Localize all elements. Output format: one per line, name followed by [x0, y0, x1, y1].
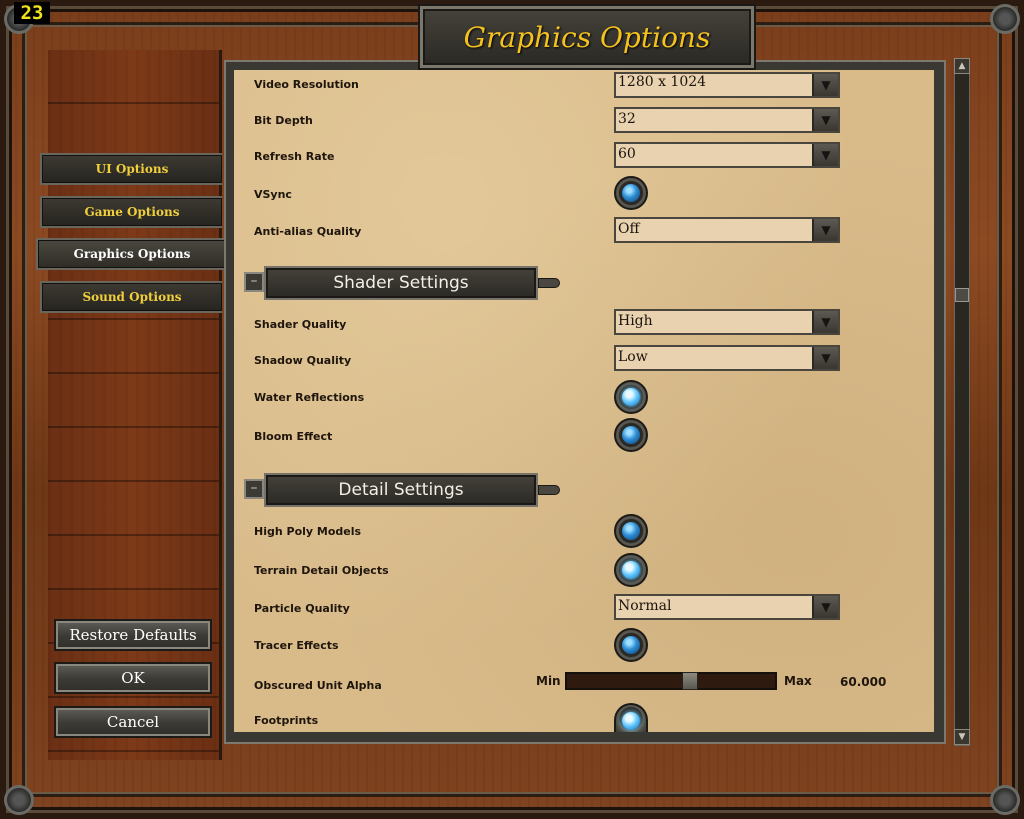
nav-label: UI Options [95, 162, 169, 176]
toggle-gem-icon [622, 561, 640, 579]
vsync-label: VSync [254, 188, 292, 201]
dropdown-value: 32 [618, 111, 636, 127]
detail-section-header: Detail Settings [264, 473, 538, 507]
restore-defaults-button[interactable]: Restore Defaults [54, 619, 212, 651]
dropdown-value: Off [618, 221, 640, 237]
slider-thumb[interactable] [682, 672, 698, 690]
terrain-detail-objects-label: Terrain Detail Objects [254, 564, 389, 577]
dropdown-value: High [618, 313, 653, 329]
arrow-up-icon[interactable]: ▲ [954, 58, 970, 74]
section-ornament-icon [538, 485, 560, 495]
section-title: Detail Settings [338, 480, 464, 500]
slider-min-label: Min [536, 674, 561, 688]
scrollbar-track[interactable] [954, 58, 970, 746]
slider-max-label: Max [784, 674, 812, 688]
corner-ornament-icon [990, 785, 1020, 815]
chevron-down-icon[interactable]: ▼ [812, 311, 838, 333]
bit-depth-label: Bit Depth [254, 114, 313, 127]
obscured-unit-alpha-slider[interactable] [565, 672, 777, 690]
bloom-effect-toggle[interactable] [614, 418, 648, 452]
anti-alias-dropdown[interactable]: Off ▼ [614, 217, 840, 243]
slider-value: 60.000 [840, 675, 887, 689]
page-title: Graphics Options [463, 20, 711, 54]
tracer-effects-toggle[interactable] [614, 628, 648, 662]
dropdown-value: Normal [618, 598, 672, 614]
footprints-label: Footprints [254, 714, 319, 727]
nav-sound-options[interactable]: Sound Options [40, 281, 222, 313]
refresh-rate-dropdown[interactable]: 60 ▼ [614, 142, 840, 168]
arrow-down-icon[interactable]: ▼ [954, 729, 970, 745]
nav-label: Sound Options [82, 290, 182, 304]
toggle-gem-icon [622, 711, 640, 730]
obscured-unit-alpha-label: Obscured Unit Alpha [254, 679, 382, 692]
title-plaque: Graphics Options [420, 6, 754, 68]
toggle-gem-icon [622, 388, 640, 406]
particle-quality-label: Particle Quality [254, 602, 350, 615]
anti-alias-label: Anti-alias Quality [254, 225, 362, 238]
ok-button[interactable]: OK [54, 662, 212, 694]
toggle-gem-icon [622, 184, 640, 202]
chevron-down-icon[interactable]: ▼ [812, 144, 838, 166]
shader-collapse-button[interactable]: – [244, 272, 264, 292]
scrollbar-thumb[interactable] [955, 288, 969, 302]
shader-quality-dropdown[interactable]: High ▼ [614, 309, 840, 335]
tracer-effects-label: Tracer Effects [254, 639, 339, 652]
cancel-button[interactable]: Cancel [54, 706, 212, 738]
section-title: Shader Settings [333, 273, 469, 293]
nav-graphics-options[interactable]: Graphics Options [36, 238, 226, 270]
shadow-quality-dropdown[interactable]: Low ▼ [614, 345, 840, 371]
chevron-down-icon[interactable]: ▼ [812, 74, 838, 96]
toggle-gem-icon [622, 636, 640, 654]
detail-collapse-button[interactable]: – [244, 479, 264, 499]
dropdown-value: 1280 x 1024 [618, 74, 707, 90]
nav-ui-options[interactable]: UI Options [40, 153, 222, 185]
dropdown-value: 60 [618, 146, 636, 162]
fps-counter: 23 [14, 2, 50, 24]
chevron-down-icon[interactable]: ▼ [812, 347, 838, 369]
toggle-gem-icon [622, 522, 640, 540]
shadow-quality-label: Shadow Quality [254, 354, 352, 367]
terrain-detail-objects-toggle[interactable] [614, 553, 648, 587]
corner-ornament-icon [990, 4, 1020, 34]
dropdown-value: Low [618, 349, 648, 365]
water-reflections-label: Water Reflections [254, 391, 365, 404]
corner-ornament-icon [4, 785, 34, 815]
bloom-effect-label: Bloom Effect [254, 430, 333, 443]
video-resolution-dropdown[interactable]: 1280 x 1024 ▼ [614, 72, 840, 98]
toggle-gem-icon [622, 426, 640, 444]
nav-label: Graphics Options [73, 247, 191, 261]
refresh-rate-label: Refresh Rate [254, 150, 335, 163]
nav-label: Game Options [84, 205, 180, 219]
particle-quality-dropdown[interactable]: Normal ▼ [614, 594, 840, 620]
high-poly-models-label: High Poly Models [254, 525, 362, 538]
chevron-down-icon[interactable]: ▼ [812, 219, 838, 241]
chevron-down-icon[interactable]: ▼ [812, 596, 838, 618]
high-poly-models-toggle[interactable] [614, 514, 648, 548]
video-resolution-label: Video Resolution [254, 78, 359, 91]
nav-game-options[interactable]: Game Options [40, 196, 222, 228]
chevron-down-icon[interactable]: ▼ [812, 109, 838, 131]
footprints-toggle[interactable] [614, 703, 648, 732]
shader-section-header: Shader Settings [264, 266, 538, 300]
water-reflections-toggle[interactable] [614, 380, 648, 414]
section-ornament-icon [538, 278, 560, 288]
shader-quality-label: Shader Quality [254, 318, 347, 331]
bit-depth-dropdown[interactable]: 32 ▼ [614, 107, 840, 133]
vsync-toggle[interactable] [614, 176, 648, 210]
